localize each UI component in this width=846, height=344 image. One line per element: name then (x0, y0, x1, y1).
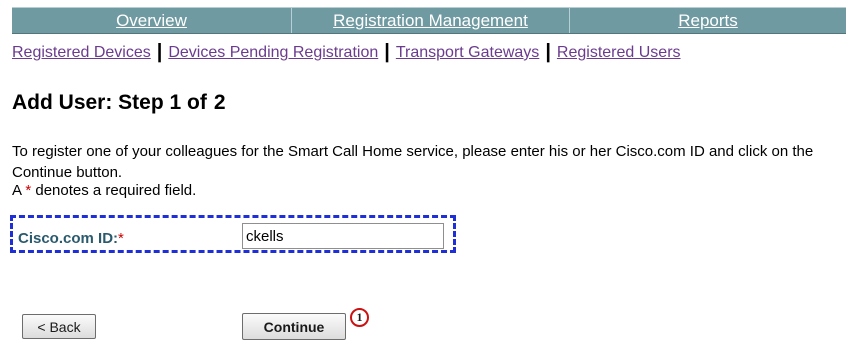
required-note-prefix: A (12, 182, 22, 199)
page-title: Add User: Step 1 of 2 (12, 91, 226, 115)
nav-separator: | (384, 41, 390, 63)
cisco-id-input[interactable] (242, 223, 444, 249)
cisco-id-label-text: Cisco.com ID: (18, 230, 119, 247)
required-star: * (25, 182, 32, 199)
registered-users-link[interactable]: Registered Users (557, 44, 681, 62)
nav-separator: | (545, 41, 551, 63)
page-title-text: Add User: Step 1 of (12, 91, 207, 115)
registered-devices-link[interactable]: Registered Devices (12, 44, 151, 62)
required-field-note: A * denotes a required field. (12, 181, 196, 201)
transport-gateways-link[interactable]: Transport Gateways (396, 44, 539, 62)
instruction-text: To register one of your colleagues for t… (12, 143, 814, 181)
total-steps: 2 (213, 91, 226, 115)
required-note-suffix: denotes a required field. (35, 182, 197, 199)
tab-overview[interactable]: Overview (12, 8, 292, 33)
tab-reports[interactable]: Reports (570, 8, 846, 33)
cisco-id-label: Cisco.com ID:* (18, 230, 124, 247)
devices-pending-registration-link[interactable]: Devices Pending Registration (168, 44, 378, 62)
back-button[interactable]: < Back (22, 314, 96, 339)
sub-navigation: Registered Devices | Devices Pending Reg… (12, 39, 832, 67)
continue-button[interactable]: Continue (242, 313, 346, 340)
cisco-id-required-star: * (118, 230, 124, 247)
tab-registration-management[interactable]: Registration Management (292, 8, 570, 33)
add-user-page: Overview Registration Management Reports… (0, 0, 846, 344)
top-navigation: Overview Registration Management Reports (12, 7, 846, 34)
nav-separator: | (156, 41, 163, 63)
step-marker-icon: 1 (350, 308, 369, 327)
